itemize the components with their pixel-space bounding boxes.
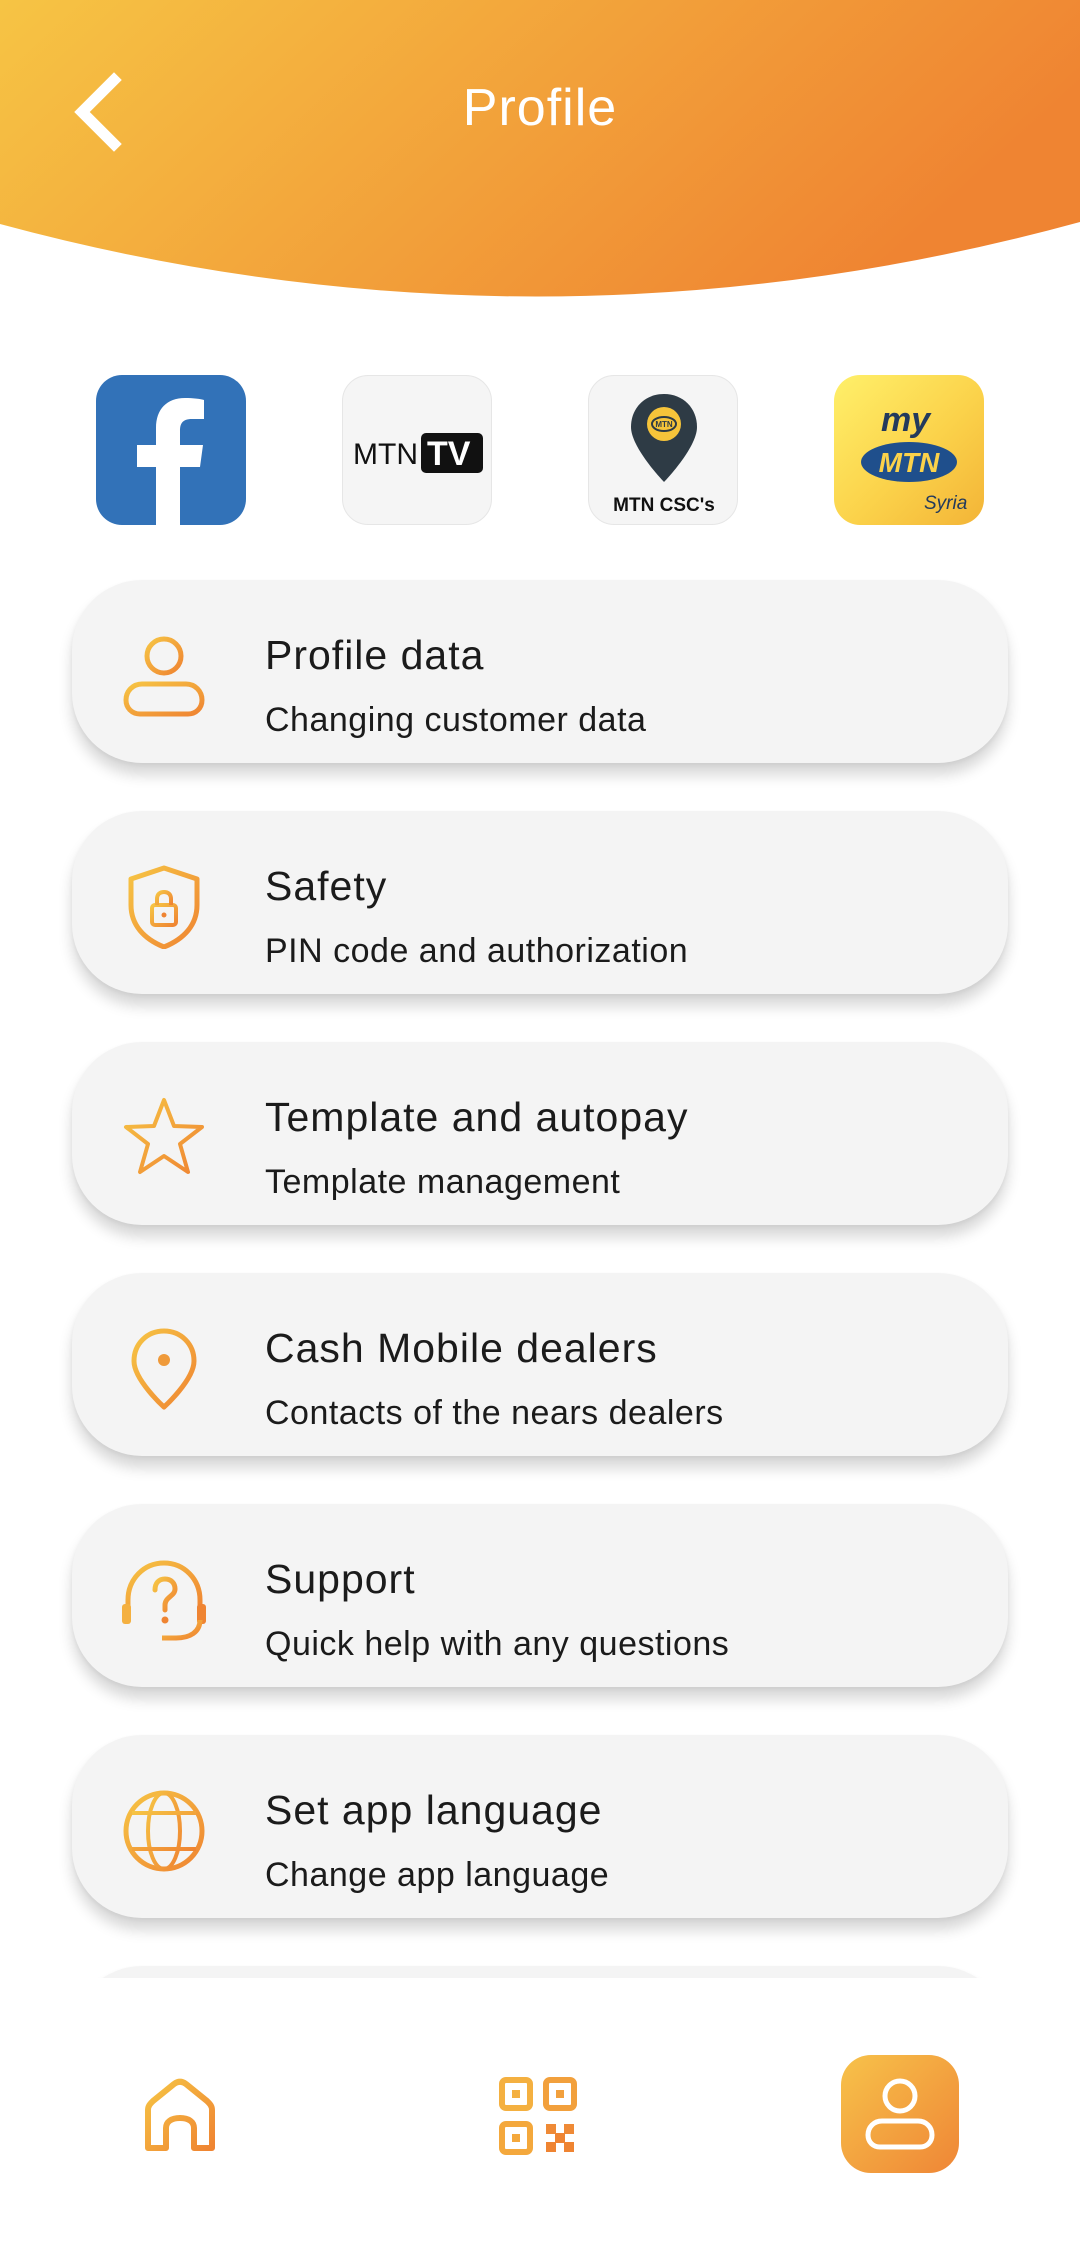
bottom-navigation bbox=[0, 1978, 1080, 2249]
item-subtitle: PIN code and authorization bbox=[265, 932, 689, 970]
location-pin-icon bbox=[131, 1328, 197, 1410]
next-menu-item-partial[interactable] bbox=[72, 1966, 1008, 1978]
home-icon bbox=[145, 2078, 215, 2151]
item-title: Safety bbox=[265, 863, 388, 909]
nav-profile-button[interactable] bbox=[841, 2055, 959, 2173]
star-icon bbox=[124, 1098, 204, 1174]
template-autopay-item[interactable]: Template and autopay Template management bbox=[72, 1042, 1008, 1225]
globe-icon bbox=[123, 1790, 205, 1872]
headset-question-icon bbox=[122, 1560, 206, 1641]
shield-lock-icon bbox=[128, 865, 200, 949]
item-title: Support bbox=[265, 1556, 416, 1602]
nav-qr-button[interactable] bbox=[498, 2076, 582, 2160]
item-subtitle: Quick help with any questions bbox=[265, 1625, 730, 1663]
item-title: Template and autopay bbox=[265, 1094, 689, 1140]
item-title: Set app language bbox=[265, 1787, 603, 1833]
item-subtitle: Template management bbox=[265, 1163, 621, 1201]
safety-item[interactable]: Safety PIN code and authorization bbox=[72, 811, 1008, 994]
nav-home-button[interactable] bbox=[140, 2076, 220, 2156]
item-title: Cash Mobile dealers bbox=[265, 1325, 658, 1371]
support-item[interactable]: Support Quick help with any questions bbox=[72, 1504, 1008, 1687]
item-subtitle: Changing customer data bbox=[265, 701, 647, 739]
user-icon bbox=[123, 636, 205, 717]
profile-data-item[interactable]: Profile data Changing customer data bbox=[72, 580, 1008, 763]
qr-code-icon bbox=[499, 2077, 577, 2155]
set-app-language-item[interactable]: Set app language Change app language bbox=[72, 1735, 1008, 1918]
cash-mobile-dealers-item[interactable]: Cash Mobile dealers Contacts of the near… bbox=[72, 1273, 1008, 1456]
item-subtitle: Contacts of the nears dealers bbox=[265, 1394, 724, 1432]
user-icon bbox=[865, 2078, 935, 2150]
item-subtitle: Change app language bbox=[265, 1856, 610, 1894]
item-title: Profile data bbox=[265, 632, 485, 678]
menu-list: Profile data Changing customer data Safe… bbox=[0, 0, 1080, 1978]
